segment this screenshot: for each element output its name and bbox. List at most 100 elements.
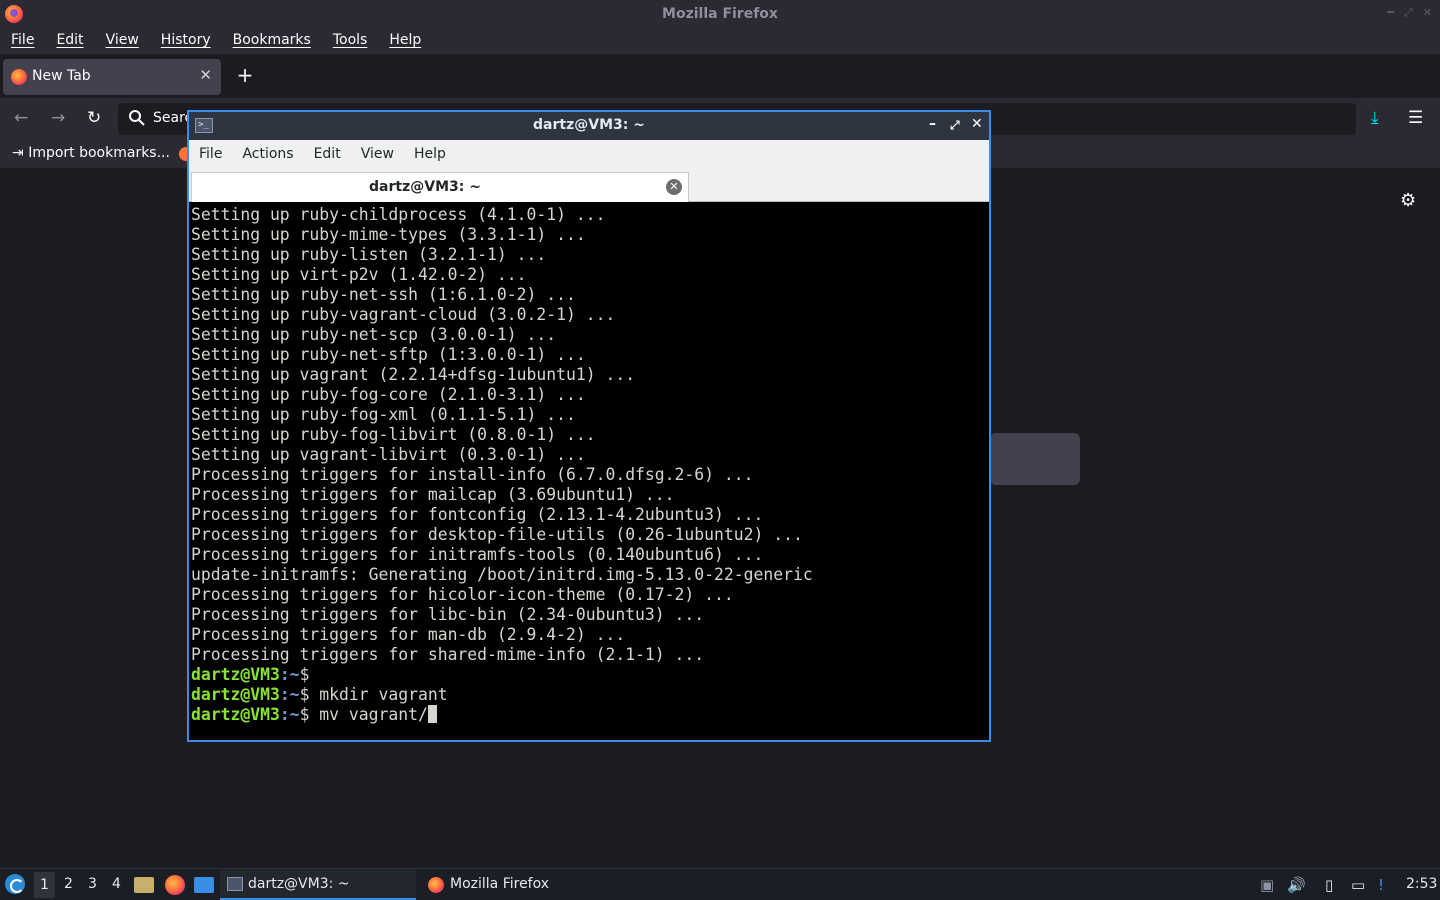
menu-history[interactable]: History	[150, 28, 222, 54]
prompt-path: :~	[279, 705, 300, 724]
terminal-titlebar: >_ dartz@VM3: ~ – ⤢ ✕	[189, 112, 989, 140]
task-firefox[interactable]: Mozilla Firefox	[422, 870, 618, 900]
prompt-path: :~	[279, 685, 300, 704]
firefox-icon	[428, 877, 444, 893]
maximize-icon[interactable]: ⤢	[1404, 6, 1413, 20]
tab-new-tab[interactable]: New Tab ✕	[3, 59, 221, 95]
terminal-title: dartz@VM3: ~	[533, 117, 645, 133]
prompt-user: dartz@VM3	[191, 665, 280, 684]
shortcut-tile[interactable]	[990, 433, 1080, 485]
taskbar: 1 2 3 4 dartz@VM3: ~ Mozilla Firefox ▣ 🔊…	[0, 868, 1440, 900]
tray-update-icon[interactable]: ▣	[1260, 876, 1274, 894]
start-menu-icon[interactable]	[5, 874, 25, 894]
text-cursor	[427, 705, 437, 723]
terminal-output-line: Processing triggers for desktop-file-uti…	[191, 525, 803, 544]
menu-bookmarks[interactable]: Bookmarks	[222, 28, 322, 54]
terminal-tab[interactable]: dartz@VM3: ~ ✕	[191, 172, 689, 202]
terminal-output-line: Setting up vagrant (2.2.14+dfsg-1ubuntu1…	[191, 365, 636, 384]
import-bookmarks-button[interactable]: ⇥ Import bookmarks...	[12, 145, 170, 161]
terminal-menu-actions[interactable]: Actions	[232, 140, 303, 170]
gear-icon[interactable]: ⚙	[1400, 190, 1416, 211]
terminal-output-line: Setting up ruby-fog-core (2.1.0-3.1) ...	[191, 385, 586, 404]
menu-tools[interactable]: Tools	[322, 28, 379, 54]
terminal-menubar: File Actions Edit View Help	[189, 140, 989, 170]
terminal-output-line: Processing triggers for shared-mime-info…	[191, 645, 705, 664]
terminal-output-line: Setting up virt-p2v (1.42.0-2) ...	[191, 265, 527, 284]
terminal-menu-file[interactable]: File	[189, 140, 232, 170]
terminal-output-line: Processing triggers for libc-bin (2.34-0…	[191, 605, 705, 624]
terminal-menu-help[interactable]: Help	[404, 140, 456, 170]
terminal-output-line: Setting up ruby-mime-types (3.3.1-1) ...	[191, 225, 586, 244]
minimize-icon[interactable]: –	[929, 116, 936, 132]
prompt-path: :~	[279, 665, 300, 684]
firefox-titlebar: Mozilla Firefox ━ ⤢ ✕	[0, 0, 1440, 28]
terminal-tabbar: dartz@VM3: ~ ✕	[189, 170, 989, 202]
prompt-user: dartz@VM3	[191, 685, 280, 704]
terminal-output-line: Setting up ruby-net-scp (3.0.0-1) ...	[191, 325, 557, 344]
prompt-line: dartz@VM3:~$ mkdir vagrant	[191, 685, 987, 705]
menu-help[interactable]: Help	[378, 28, 432, 54]
back-arrow-icon[interactable]: ←	[14, 108, 28, 128]
search-icon	[129, 110, 145, 126]
minimize-icon[interactable]: ━	[1387, 6, 1394, 20]
firefox-launcher-icon[interactable]	[165, 875, 185, 895]
prompt-symbol: $	[299, 685, 310, 704]
prompt-user: dartz@VM3	[191, 705, 280, 724]
clipboard-icon[interactable]: ▯	[1325, 876, 1333, 894]
import-bookmarks-label: Import bookmarks...	[28, 145, 170, 161]
notification-icon[interactable]: !	[1378, 876, 1384, 894]
reload-icon[interactable]: ↻	[87, 108, 101, 128]
file-manager-icon[interactable]	[134, 877, 154, 893]
task-terminal[interactable]: dartz@VM3: ~	[220, 870, 416, 900]
workspace-4[interactable]: 4	[112, 876, 121, 892]
terminal-output[interactable]: Setting up ruby-childprocess (4.1.0-1) .…	[189, 204, 989, 740]
prompt-line: dartz@VM3:~$	[191, 665, 987, 685]
task-label: Mozilla Firefox	[450, 876, 550, 892]
terminal-output-line: Setting up ruby-vagrant-cloud (3.0.2-1) …	[191, 305, 616, 324]
import-icon: ⇥	[12, 145, 24, 161]
terminal-output-line: update-initramfs: Generating /boot/initr…	[191, 565, 813, 584]
clock: 2:53	[1406, 876, 1438, 892]
task-label: dartz@VM3: ~	[248, 876, 350, 892]
terminal-output-line: Processing triggers for man-db (2.9.4-2)…	[191, 625, 626, 644]
terminal-output-line: Setting up ruby-net-ssh (1:6.1.0-2) ...	[191, 285, 576, 304]
desktop-icon[interactable]	[194, 877, 214, 893]
tab-close-icon[interactable]: ✕	[199, 66, 212, 84]
close-icon[interactable]: ✕	[971, 116, 983, 132]
network-icon[interactable]: ▭	[1351, 876, 1365, 894]
prompt-symbol: $	[299, 665, 310, 684]
terminal-output-line: Setting up vagrant-libvirt (0.3.0-1) ...	[191, 445, 586, 464]
workspace-1[interactable]: 1	[34, 872, 55, 898]
new-tab-button[interactable]: +	[235, 64, 255, 88]
tab-label: New Tab	[32, 68, 91, 84]
workspace-2[interactable]: 2	[64, 876, 73, 892]
window-controls: ━ ⤢ ✕	[1387, 6, 1432, 20]
terminal-icon	[227, 877, 243, 891]
window-title: Mozilla Firefox	[662, 6, 778, 22]
forward-arrow-icon[interactable]: →	[51, 108, 65, 128]
menu-edit[interactable]: Edit	[45, 28, 94, 54]
terminal-output-line: Setting up ruby-fog-xml (0.1.1-5.1) ...	[191, 405, 576, 424]
terminal-output-line: Setting up ruby-listen (3.2.1-1) ...	[191, 245, 547, 264]
downloads-icon[interactable]: ⤓	[1371, 108, 1379, 128]
terminal-output-line: Setting up ruby-childprocess (4.1.0-1) .…	[191, 205, 606, 224]
maximize-icon[interactable]: ⤢	[950, 118, 960, 133]
menu-view[interactable]: View	[95, 28, 150, 54]
terminal-output-line: Processing triggers for mailcap (3.69ubu…	[191, 485, 675, 504]
prompt-symbol: $	[299, 705, 310, 724]
command-text: mkdir vagrant	[309, 685, 448, 704]
tab-close-icon[interactable]: ✕	[666, 179, 682, 195]
close-icon[interactable]: ✕	[1423, 6, 1432, 20]
terminal-menu-view[interactable]: View	[351, 140, 404, 170]
hamburger-menu-icon[interactable]: ☰	[1408, 108, 1423, 128]
terminal-output-line: Processing triggers for fontconfig (2.13…	[191, 505, 764, 524]
terminal-output-line: Setting up ruby-net-sftp (1:3.0.0-1) ...	[191, 345, 586, 364]
firefox-favicon-icon	[11, 69, 27, 85]
terminal-menu-edit[interactable]: Edit	[304, 140, 351, 170]
command-text: mv vagrant/	[309, 705, 428, 724]
terminal-output-line: Processing triggers for initramfs-tools …	[191, 545, 764, 564]
workspace-3[interactable]: 3	[88, 876, 97, 892]
volume-icon[interactable]: 🔊	[1287, 876, 1306, 894]
terminal-output-line: Setting up ruby-fog-libvirt (0.8.0-1) ..…	[191, 425, 596, 444]
menu-file[interactable]: File	[0, 28, 45, 54]
